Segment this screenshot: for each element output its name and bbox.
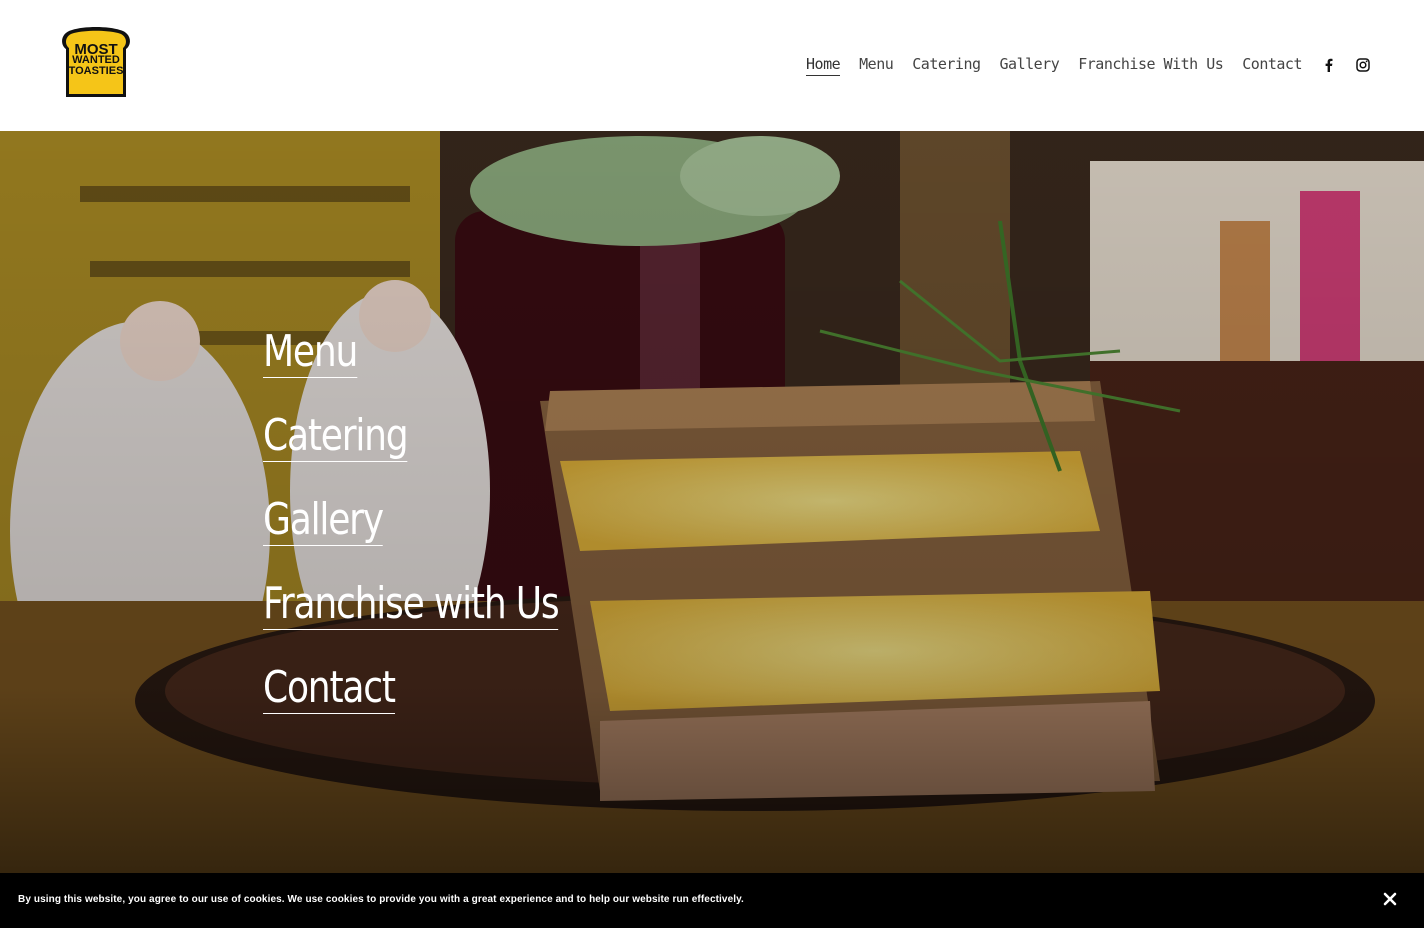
facebook-icon[interactable] (1322, 58, 1336, 72)
toasted-sandwich-photo (0, 131, 1424, 928)
close-icon[interactable] (1381, 890, 1399, 908)
nav-gallery[interactable]: Gallery (1000, 55, 1060, 75)
nav-home[interactable]: Home (806, 55, 841, 76)
hero-link-catering[interactable]: Catering (263, 411, 409, 462)
cookie-banner: By using this website, you agree to our … (0, 873, 1424, 928)
nav-menu[interactable]: Menu (859, 55, 894, 75)
hero-link-menu[interactable]: Menu (263, 327, 358, 378)
site-logo[interactable]: MOST WANTED TOASTIES (58, 27, 134, 101)
nav-contact[interactable]: Contact (1242, 55, 1302, 75)
logo-line-toasties: TOASTIES (68, 65, 124, 77)
cookie-message: By using this website, you agree to our … (18, 894, 744, 905)
nav-franchise[interactable]: Franchise With Us (1078, 55, 1224, 75)
nav-catering[interactable]: Catering (912, 55, 981, 75)
hero-link-franchise[interactable]: Franchise with Us (263, 579, 560, 630)
site-header: MOST WANTED TOASTIES Home Menu Catering … (0, 0, 1424, 131)
instagram-icon[interactable] (1356, 58, 1370, 72)
hero-section: Menu Catering Gallery Franchise with Us … (0, 131, 1424, 928)
logo-text: MOST WANTED TOASTIES (58, 42, 134, 77)
hero-link-contact[interactable]: Contact (263, 663, 396, 714)
hero-link-gallery[interactable]: Gallery (263, 495, 384, 546)
hero-navigation: Menu Catering Gallery Franchise with Us … (263, 327, 623, 747)
main-nav: Home Menu Catering Gallery Franchise Wit… (787, 53, 1370, 77)
